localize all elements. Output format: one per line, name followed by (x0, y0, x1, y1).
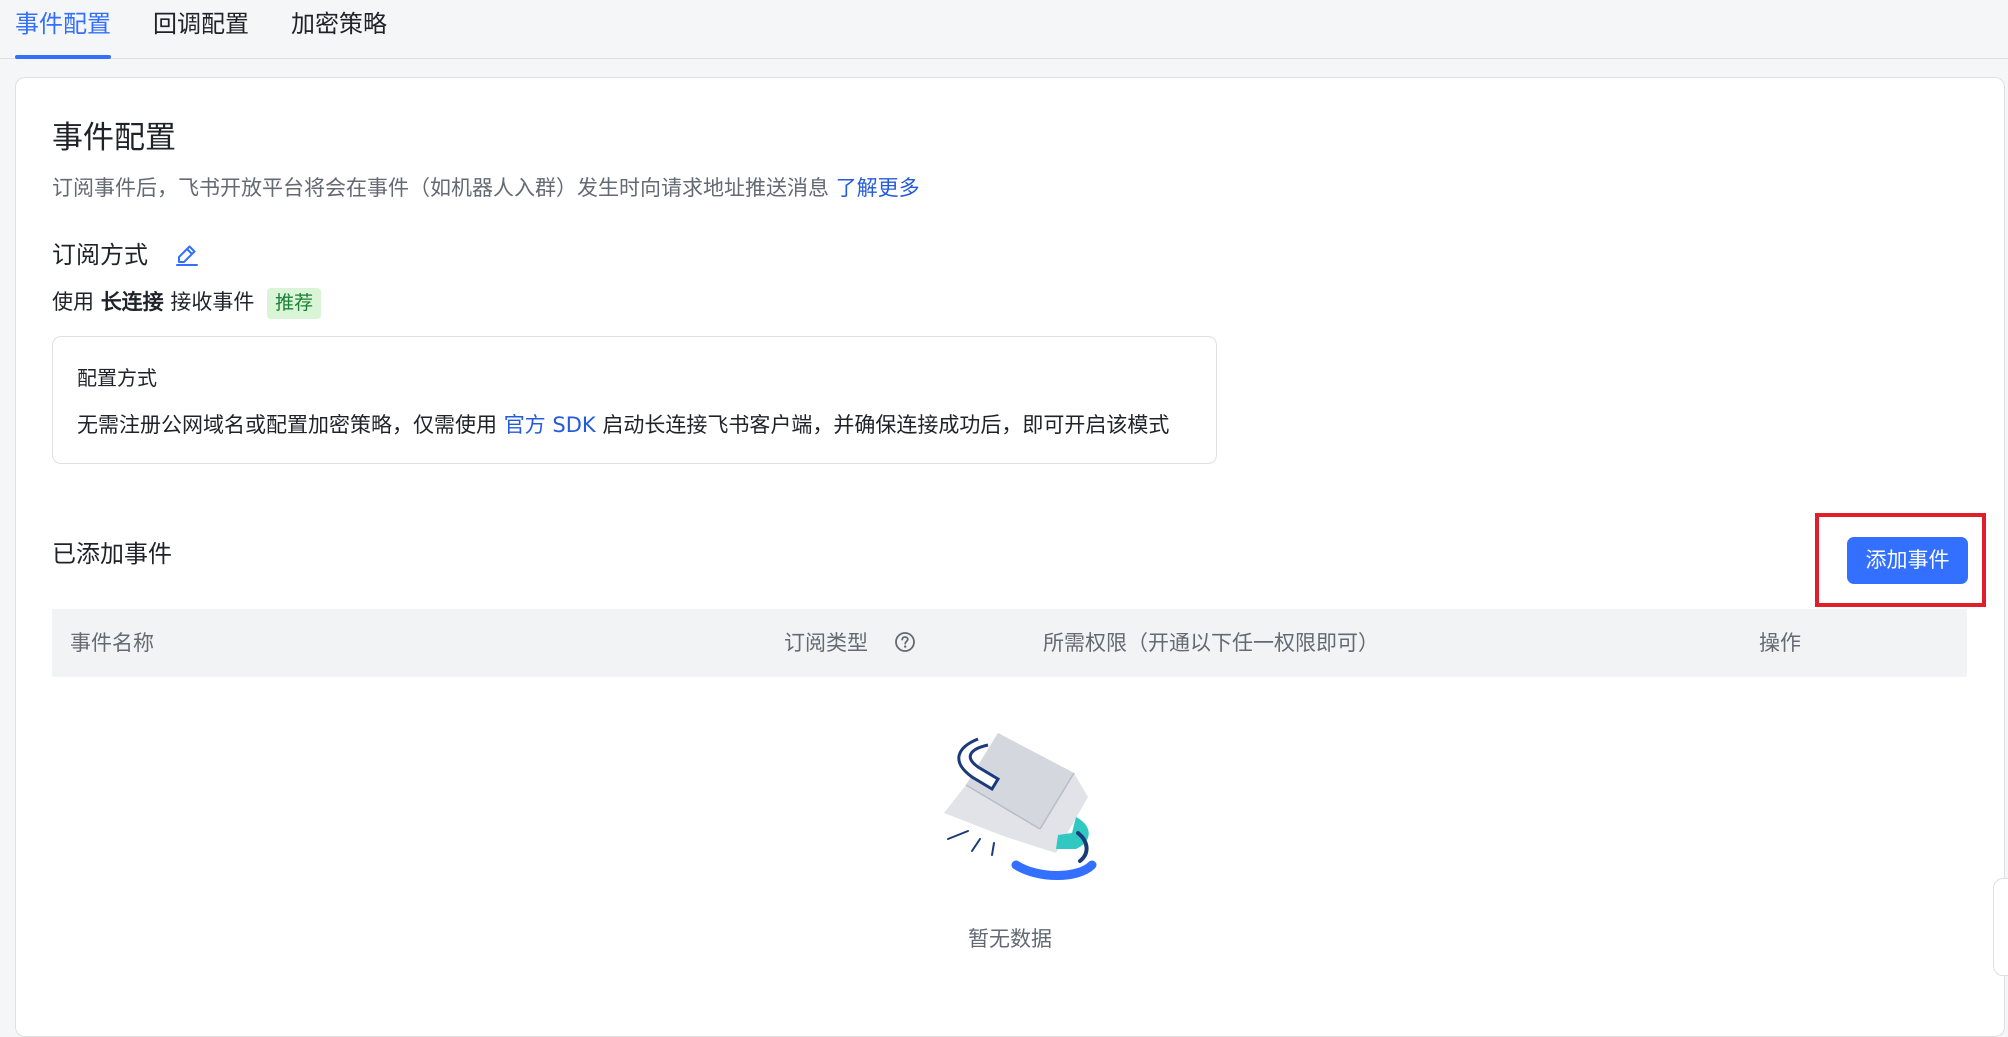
tab-event-config[interactable]: 事件配置 (15, 7, 111, 41)
tab-callback-config[interactable]: 回调配置 (153, 7, 249, 41)
page-description: 订阅事件后，飞书开放平台将会在事件（如机器人入群）发生时向请求地址推送消息 了解… (52, 173, 920, 203)
event-config-card: 事件配置 订阅事件后，飞书开放平台将会在事件（如机器人入群）发生时向请求地址推送… (15, 77, 2005, 1037)
config-method-title: 配置方式 (77, 366, 157, 390)
learn-more-link[interactable]: 了解更多 (836, 176, 920, 200)
description-text: 订阅事件后，飞书开放平台将会在事件（如机器人入群）发生时向请求地址推送消息 (52, 176, 829, 200)
mode-prefix: 使用 (52, 290, 94, 314)
mode-suffix: 接收事件 (170, 290, 255, 314)
side-panel-handle[interactable] (1993, 878, 2008, 976)
added-events-title: 已添加事件 (52, 540, 172, 568)
official-sdk-link[interactable]: 官方 SDK (504, 413, 596, 437)
subscription-mode-line: 使用 长连接 接收事件 推荐 (52, 286, 322, 319)
tab-encryption-strategy[interactable]: 加密策略 (291, 7, 387, 41)
active-tab-indicator (15, 55, 111, 59)
column-required-permissions: 所需权限（开通以下任一权限即可） (1043, 631, 1379, 655)
subscription-mode-title: 订阅方式 (52, 241, 148, 269)
column-subscription-type: 订阅类型 (784, 631, 868, 655)
column-actions: 操作 (1759, 631, 1801, 655)
column-event-name: 事件名称 (70, 631, 154, 655)
config-method-box: 配置方式 无需注册公网域名或配置加密策略，仅需使用 官方 SDK 启动长连接飞书… (52, 336, 1217, 464)
mode-name: 长连接 (100, 290, 164, 314)
config-text-before: 无需注册公网域名或配置加密策略，仅需使用 (77, 413, 497, 437)
tab-bar: 事件配置 回调配置 加密策略 (0, 0, 2008, 59)
events-table-header: 事件名称 订阅类型 所需权限（开通以下任一权限即可） 操作 (52, 609, 1967, 677)
edit-icon[interactable] (174, 242, 200, 268)
config-method-text: 无需注册公网域名或配置加密策略，仅需使用 官方 SDK 启动长连接飞书客户端，并… (77, 409, 1169, 441)
page-title: 事件配置 (52, 120, 176, 156)
add-event-button[interactable]: 添加事件 (1847, 537, 1968, 584)
question-circle-icon[interactable] (894, 631, 916, 653)
empty-state-text: 暂无数据 (968, 927, 1052, 951)
config-text-after: 启动长连接飞书客户端，并确保连接成功后，即可开启该模式 (602, 413, 1170, 437)
recommended-badge: 推荐 (267, 287, 322, 319)
empty-box-illustration (944, 733, 1097, 880)
